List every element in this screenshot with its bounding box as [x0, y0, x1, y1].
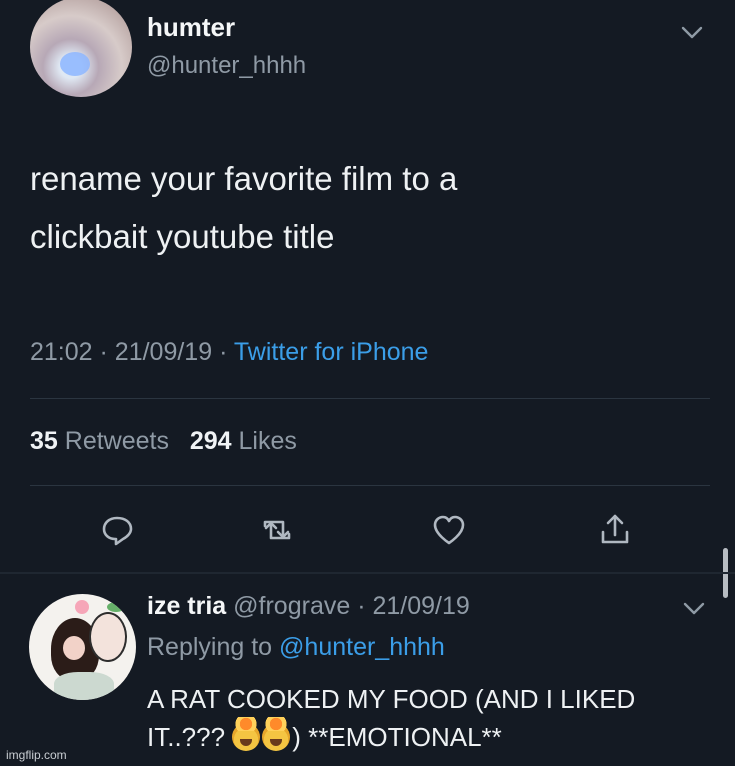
watermark: imgflip.com [6, 748, 67, 762]
reply-handle[interactable]: @frograve [233, 592, 350, 620]
retweet-label: Retweets [64, 427, 169, 455]
like-label: Likes [238, 427, 297, 455]
exploding-head-emoji [230, 717, 263, 751]
reply-menu-chevron-icon[interactable] [682, 598, 706, 618]
reply-header: ize tria @frograve · 21/09/19 [147, 592, 470, 621]
replying-to: Replying to @hunter_hhhh [147, 633, 445, 662]
like-icon[interactable] [429, 510, 469, 550]
tweet-text-line: clickbait youtube title [30, 218, 335, 255]
reply-text-segment: IT..??? [147, 722, 226, 752]
meta-separator: · [219, 338, 228, 366]
replying-to-label: Replying to [147, 633, 273, 661]
meta-separator: · [99, 338, 108, 366]
tweet-menu-chevron-icon[interactable] [680, 22, 704, 42]
reply-date: 21/09/19 [372, 592, 470, 620]
replying-to-handle[interactable]: @hunter_hhhh [279, 633, 445, 661]
reply-text-line: IT..??? ) **EMOTIONAL** [147, 717, 717, 756]
section-divider [0, 572, 735, 574]
reply-icon[interactable] [97, 510, 137, 550]
reply-author-avatar[interactable] [29, 594, 136, 700]
reply-text: A RAT COOKED MY FOOD (AND I LIKED IT..??… [147, 680, 717, 756]
tweet-date: 21/09/19 [114, 338, 213, 366]
meta-separator: · [357, 592, 366, 620]
author-handle[interactable]: @hunter_hhhh [147, 52, 306, 80]
divider [30, 485, 710, 486]
exploding-head-emoji [260, 717, 293, 751]
tweet-source-link[interactable]: Twitter for iPhone [234, 338, 429, 366]
retweets-stat[interactable]: 35 Retweets [30, 427, 169, 455]
reply-text-segment: ) **EMOTIONAL** [292, 722, 502, 752]
retweet-icon[interactable] [257, 510, 297, 550]
tweet-text: rename your favorite film to a clickbait… [30, 150, 680, 266]
author-display-name[interactable]: humter [147, 12, 235, 43]
share-icon[interactable] [595, 510, 635, 550]
reply-text-line: A RAT COOKED MY FOOD (AND I LIKED [147, 684, 636, 714]
tweet-time: 21:02 [30, 338, 93, 366]
reply-display-name[interactable]: ize tria [147, 592, 226, 620]
retweet-count: 35 [30, 427, 58, 455]
tweet-text-line: rename your favorite film to a [30, 160, 458, 197]
like-count: 294 [189, 427, 232, 455]
author-avatar[interactable] [30, 0, 132, 97]
tweet-stats: 35 Retweets 294 Likes [30, 427, 297, 456]
divider [30, 398, 710, 399]
likes-stat[interactable]: 294 Likes [190, 427, 297, 455]
tweet-meta: 21:02 · 21/09/19 · Twitter for iPhone [30, 338, 428, 367]
